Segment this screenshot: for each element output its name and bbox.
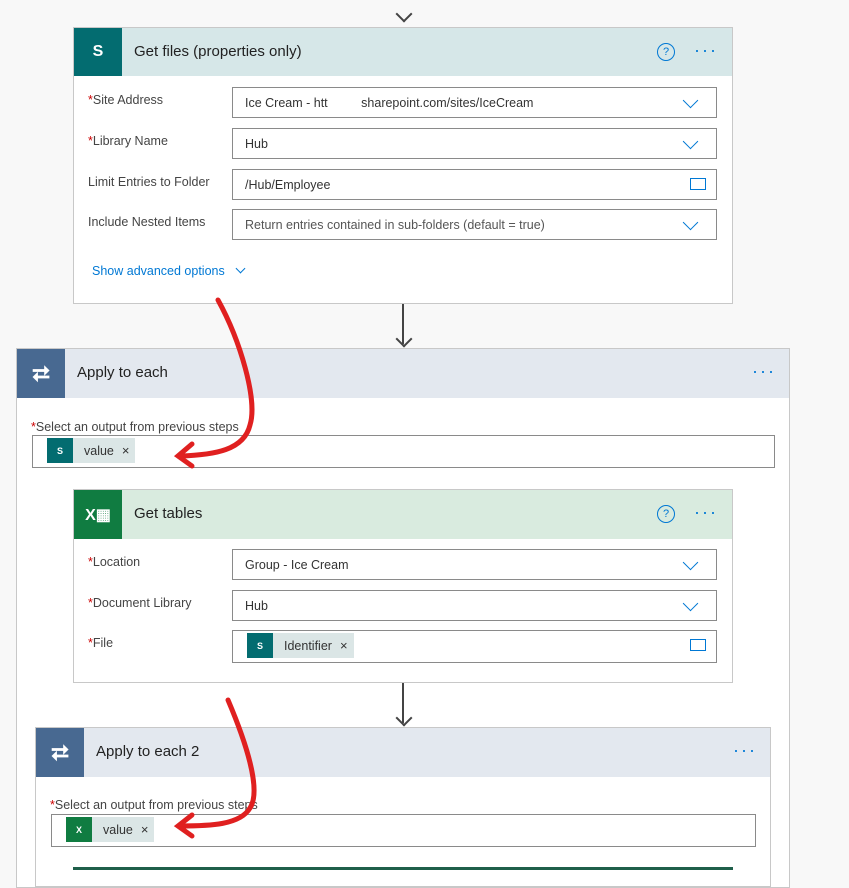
annotation-arrow-2 [177,697,257,829]
annotation-arrow-1 [177,297,255,459]
annotation-arrows [173,297,257,839]
